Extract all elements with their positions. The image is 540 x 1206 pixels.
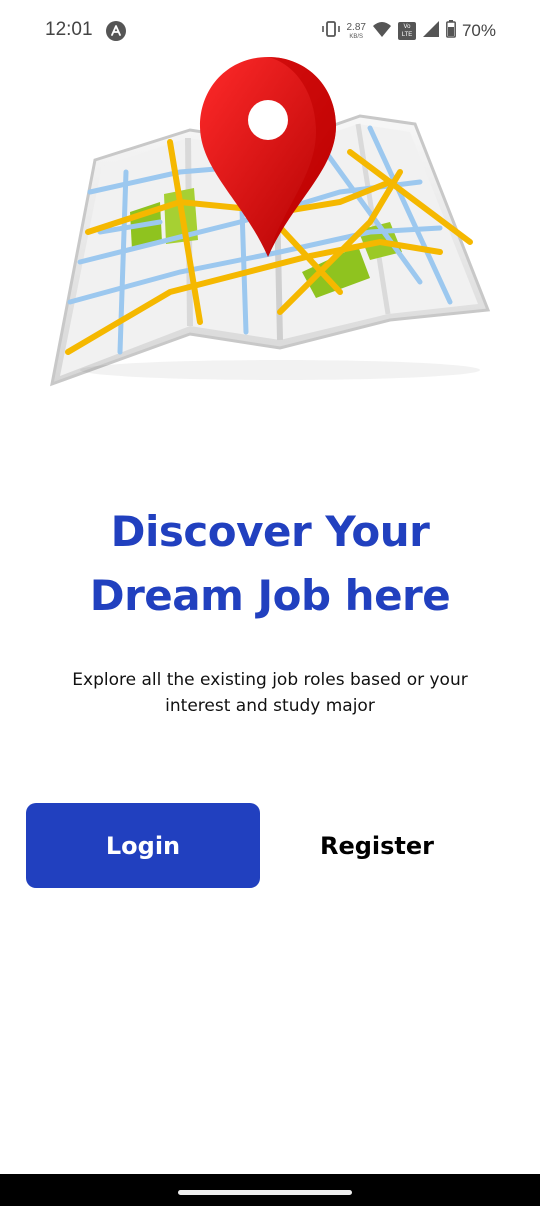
map-location-pin-icon: [50, 57, 491, 387]
subtext-line-2: interest and study major: [165, 696, 375, 716]
home-gesture-pill[interactable]: [178, 1190, 352, 1195]
headline: Discover Your Dream Job here: [20, 500, 520, 628]
hero-illustration: [40, 52, 500, 392]
volte-label-bottom: LTE: [401, 32, 413, 38]
vibrate-icon: [321, 20, 341, 42]
status-icons: 2.87 KB/S Vo LTE 70%: [321, 18, 496, 44]
login-button[interactable]: Login: [26, 803, 260, 888]
subtext: Explore all the existing job roles based…: [40, 667, 500, 719]
status-time: 12:01: [45, 19, 93, 40]
volte-label-top: Vo: [403, 24, 411, 30]
network-speed-unit: KB/S: [349, 33, 364, 40]
headline-line-1: Discover Your: [110, 507, 430, 556]
battery-icon: [446, 20, 456, 42]
network-speed: 2.87 KB/S: [346, 21, 366, 40]
network-speed-value: 2.87: [346, 21, 366, 33]
battery-percentage: 70%: [461, 21, 496, 40]
signal-icon: [422, 20, 440, 42]
headline-line-2: Dream Job here: [89, 571, 451, 620]
register-button[interactable]: Register: [276, 803, 478, 888]
subtext-line-1: Explore all the existing job roles based…: [72, 670, 468, 690]
welcome-screen: 12:01 2.87 KB/S Vo LTE 70% Discover Your…: [0, 0, 540, 1206]
app-notification-icon: [106, 21, 126, 41]
volte-icon: Vo LTE: [397, 22, 416, 40]
wifi-icon: [372, 20, 392, 42]
system-navigation-bar: [0, 1174, 540, 1206]
